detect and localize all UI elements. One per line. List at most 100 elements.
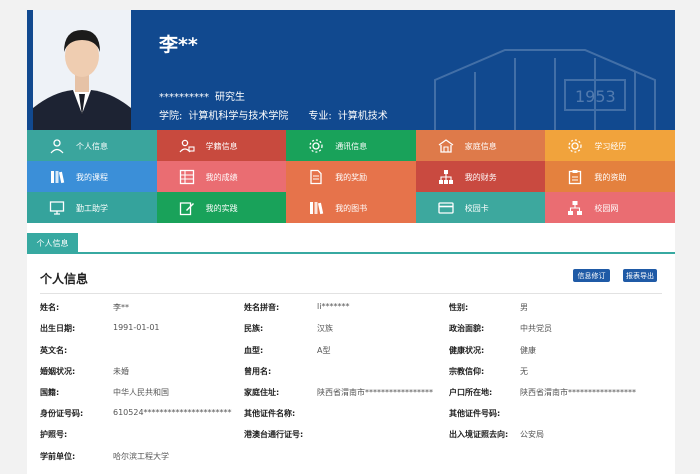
tile-label: 校园卡 — [464, 204, 489, 213]
field-label: 健康状况: — [449, 346, 485, 355]
building-watermark: 1953 — [434, 49, 656, 130]
college-value: 计算机科学与技术学院 — [188, 111, 289, 122]
books-icon — [51, 171, 65, 184]
field-label: 英文名: — [40, 346, 68, 355]
gear-icon — [568, 139, 583, 153]
tile-11[interactable]: 勤工助学 — [27, 192, 157, 223]
field-value: 陕西省渭南市***************** — [520, 388, 636, 397]
books-icon — [310, 202, 324, 215]
tile-15[interactable]: 校园网 — [545, 192, 675, 223]
field-label: 民族: — [244, 324, 264, 333]
field-value: 公安局 — [520, 430, 544, 439]
tab-bar: 个人信息 — [27, 233, 675, 254]
student-id: ********** — [159, 92, 209, 103]
document-icon — [310, 169, 322, 185]
tile-13[interactable]: 我的图书 — [286, 192, 416, 223]
field-value: 陕西省渭南市***************** — [317, 388, 433, 397]
tile-10[interactable]: 我的资助 — [545, 161, 675, 192]
field-label: 出入境证照去向: — [449, 430, 509, 439]
tile-label: 家庭信息 — [464, 142, 497, 151]
report-export-button[interactable]: 报表导出 — [623, 269, 657, 282]
tile-label: 通讯信息 — [335, 142, 368, 151]
tile-label: 我的奖励 — [335, 173, 368, 182]
field-label: 身份证号码: — [40, 409, 84, 418]
tab-personal-info[interactable]: 个人信息 — [27, 233, 78, 254]
tile-label: 我的课程 — [76, 173, 108, 182]
field-label: 婚姻状况: — [40, 367, 76, 376]
field-label: 国籍: — [40, 388, 60, 397]
tile-9[interactable]: 我的财务 — [415, 161, 546, 192]
tile-2[interactable]: 学籍信息 — [156, 130, 287, 161]
info-row: 身份证号码: 610524********************** 其他证件名称… — [40, 408, 662, 424]
monitor-icon — [49, 201, 65, 215]
section-title: 个人信息 — [40, 272, 89, 286]
info-row: 姓名: 李** 姓名拼音: li******* 性别: 男 — [40, 302, 662, 318]
field-label: 出生日期: — [40, 324, 76, 333]
grid-icon — [179, 169, 194, 185]
field-value: li******* — [317, 302, 350, 311]
field-value: 1991-01-01 — [113, 323, 160, 332]
field-label: 血型: — [244, 346, 264, 355]
info-row: 英文名: 血型: A型 健康状况: 健康 — [40, 345, 662, 361]
field-label: 曾用名: — [244, 367, 272, 376]
field-label: 港澳台通行证号: — [244, 430, 304, 439]
college-label: 学院: — [159, 111, 183, 122]
tile-label: 学习经历 — [594, 142, 627, 151]
section-divider — [40, 293, 662, 294]
home-icon — [438, 139, 454, 153]
field-label: 其他证件号码: — [449, 409, 501, 418]
user-icon — [50, 139, 64, 154]
field-label: 护照号: — [40, 430, 68, 439]
field-value: 汉族 — [317, 324, 333, 333]
tile-3[interactable]: 通讯信息 — [286, 130, 416, 161]
tile-label: 个人信息 — [76, 142, 108, 151]
edit-icon — [179, 202, 194, 216]
info-row: 护照号: 港澳台通行证号: 出入境证照去向: 公安局 — [40, 429, 662, 445]
field-value: 哈尔滨工程大学 — [113, 452, 169, 461]
tile-4[interactable]: 家庭信息 — [415, 130, 546, 161]
field-value: 未婚 — [113, 367, 129, 376]
field-value: 无 — [520, 367, 528, 376]
field-label: 姓名拼音: — [244, 303, 280, 312]
tile-6[interactable]: 我的课程 — [27, 161, 157, 192]
field-value: 男 — [520, 303, 528, 312]
major-label: 专业: — [308, 111, 332, 122]
field-label: 学前单位: — [40, 452, 76, 461]
tile-label: 我的成绩 — [205, 173, 238, 182]
tile-label: 校园网 — [594, 204, 619, 213]
field-value: 李** — [113, 303, 129, 312]
field-label: 性别: — [449, 303, 469, 312]
avatar — [33, 10, 131, 130]
tile-label: 我的资助 — [594, 173, 627, 182]
field-label: 政治面貌: — [449, 324, 485, 333]
field-label: 姓名: — [40, 303, 60, 312]
info-row: 婚姻状况: 未婚 曾用名: 宗教信仰: 无 — [40, 366, 662, 382]
field-label: 其他证件名称: — [244, 409, 296, 418]
network-icon — [568, 201, 583, 215]
field-label: 家庭住址: — [244, 388, 280, 397]
tile-12[interactable]: 我的实践 — [156, 192, 287, 223]
info-row: 学前单位: 哈尔滨工程大学 — [40, 451, 662, 467]
function-tiles: 个人信息 学籍信息 通讯信息 家庭信息 学习经历我的课程 我的成绩 我的奖励 我的财务 我的资助… — [27, 130, 675, 223]
org-icon — [438, 170, 453, 184]
tile-14[interactable]: 校园卡 — [415, 192, 546, 223]
field-label: 宗教信仰: — [449, 367, 485, 376]
info-edit-button[interactable]: 信息修订 — [573, 269, 610, 282]
field-value: 中华人民共和国 — [113, 388, 169, 397]
page-container: 李** ********** 研究生 学院: 计算机科学与技术学院 专业: 计算机技术 … — [27, 10, 675, 474]
gear-icon — [309, 139, 323, 153]
student-name: 李** — [159, 34, 198, 56]
department-line: 学院: 计算机科学与技术学院 专业: 计算机技术 — [159, 107, 394, 122]
tile-7[interactable]: 我的成绩 — [156, 161, 287, 192]
info-row: 出生日期: 1991-01-01 民族: 汉族 政治面貌: 中共党员 — [40, 323, 662, 339]
tile-5[interactable]: 学习经历 — [545, 130, 675, 161]
major-value: 计算机技术 — [337, 111, 388, 122]
user-card-icon — [179, 139, 195, 153]
tile-label: 我的实践 — [205, 204, 238, 213]
tile-label: 我的财务 — [464, 173, 497, 182]
field-value: 610524********************** — [113, 408, 232, 417]
tile-8[interactable]: 我的奖励 — [286, 161, 416, 192]
tile-1[interactable]: 个人信息 — [27, 130, 157, 161]
tile-label: 学籍信息 — [205, 142, 238, 151]
tile-label: 勤工助学 — [76, 204, 108, 213]
